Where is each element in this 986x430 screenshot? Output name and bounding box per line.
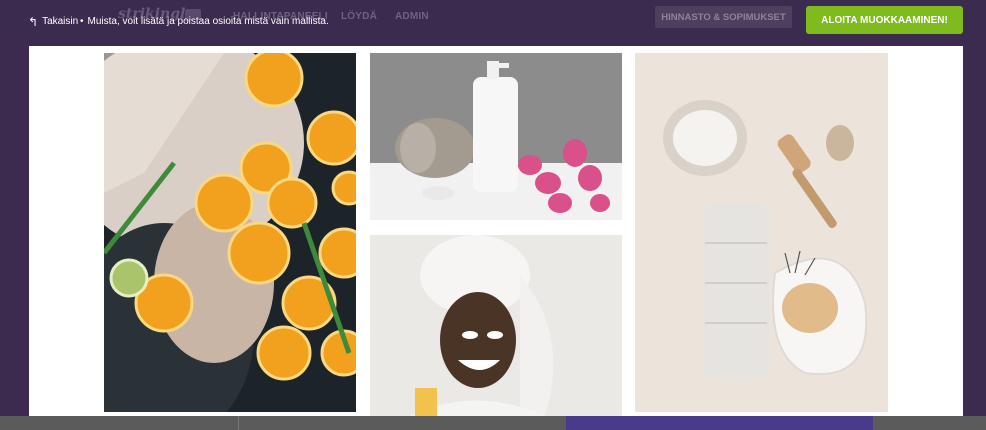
notice-label: Muista, voit lisätä ja poistaa osioita m… [87, 16, 329, 27]
back-label: Takaisin [42, 16, 79, 27]
top-bar: strikingly HALLINTAPANEELI LÖYDÄ ADMIN ↰… [0, 0, 986, 36]
nav-admin[interactable]: ADMIN [395, 11, 429, 22]
pricing-button[interactable]: HINNASTO & SOPIMUKSET [655, 6, 792, 28]
background-divider [238, 416, 239, 430]
bullet-icon: • [80, 16, 84, 27]
gallery-image-towel-bottle[interactable] [370, 53, 622, 220]
back-arrow-icon: ↰ [28, 14, 39, 29]
start-editing-button[interactable]: ALOITA MUOKKAAMINEN! [806, 6, 963, 34]
face-mask-icon [370, 235, 622, 416]
back-button[interactable]: ↰ Takaisin [28, 14, 79, 29]
gallery-modal [29, 46, 963, 416]
background-banner [566, 416, 873, 430]
nav-discover[interactable]: LÖYDÄ [341, 11, 377, 22]
towel-bottle-icon [370, 53, 622, 220]
gallery-image-bath-oranges[interactable] [104, 53, 356, 412]
notice-text: • Muista, voit lisätä ja poistaa osioita … [80, 16, 329, 27]
spa-flatlay-icon [635, 53, 888, 412]
gallery-image-face-mask[interactable] [370, 235, 622, 416]
bath-oranges-icon [104, 53, 356, 412]
gallery-image-spa-flatlay[interactable] [635, 53, 888, 412]
